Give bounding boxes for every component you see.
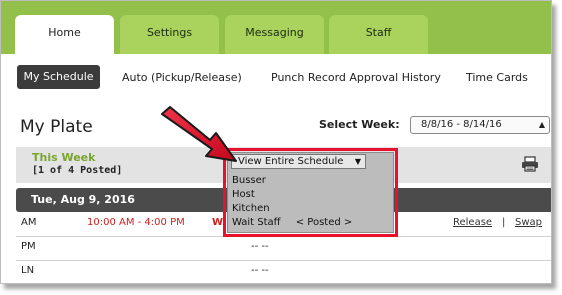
subnav-punch-record-history[interactable]: Punch Record Approval History (271, 71, 441, 84)
week-select-value: 8/8/16 - 8/14/16 (421, 119, 502, 130)
posted-count: [1 of 4 Posted] (32, 165, 123, 176)
release-link[interactable]: Release (453, 217, 492, 228)
day-title: Tue, Aug 9, 2016 (31, 193, 135, 206)
shift-period-label: AM (21, 217, 37, 228)
app-frame: Home Settings Messaging Staff My Schedul… (0, 0, 552, 284)
main-tab-bar: Home Settings Messaging Staff (1, 1, 551, 54)
subnav-auto-pickup-release[interactable]: Auto (Pickup/Release) (122, 71, 242, 84)
shift-row-pm: PM -- -- (16, 236, 551, 261)
tab-messaging[interactable]: Messaging (225, 15, 324, 54)
tab-staff[interactable]: Staff (329, 15, 428, 54)
shift-empty-value: -- -- (251, 265, 269, 276)
callout-highlight-box (223, 148, 398, 237)
tab-settings[interactable]: Settings (120, 15, 219, 54)
shift-period-label: LN (21, 265, 35, 276)
shift-empty-value: -- -- (251, 241, 269, 252)
select-week-label: Select Week: (319, 118, 400, 131)
sub-navigation: My Schedule Auto (Pickup/Release) Punch … (1, 54, 551, 102)
tab-home[interactable]: Home (15, 15, 114, 54)
chevron-updown-icon: ▲ (538, 120, 545, 129)
swap-link[interactable]: Swap (515, 217, 542, 228)
shift-time: 10:00 AM - 4:00 PM (87, 217, 185, 228)
shift-position-text: W (212, 217, 224, 228)
this-week-label: This Week (32, 151, 96, 164)
subnav-my-schedule[interactable]: My Schedule (17, 65, 100, 89)
subnav-time-cards[interactable]: Time Cards (466, 71, 528, 84)
week-select[interactable]: 8/8/16 - 8/14/16 ▲ (410, 116, 550, 134)
shift-row-ln: LN -- -- (16, 260, 551, 283)
printer-icon[interactable] (521, 156, 539, 172)
page-title: My Plate (20, 117, 93, 137)
callout-arrow-icon (161, 106, 237, 162)
link-separator: | (502, 217, 506, 228)
shift-period-label: PM (21, 241, 36, 252)
